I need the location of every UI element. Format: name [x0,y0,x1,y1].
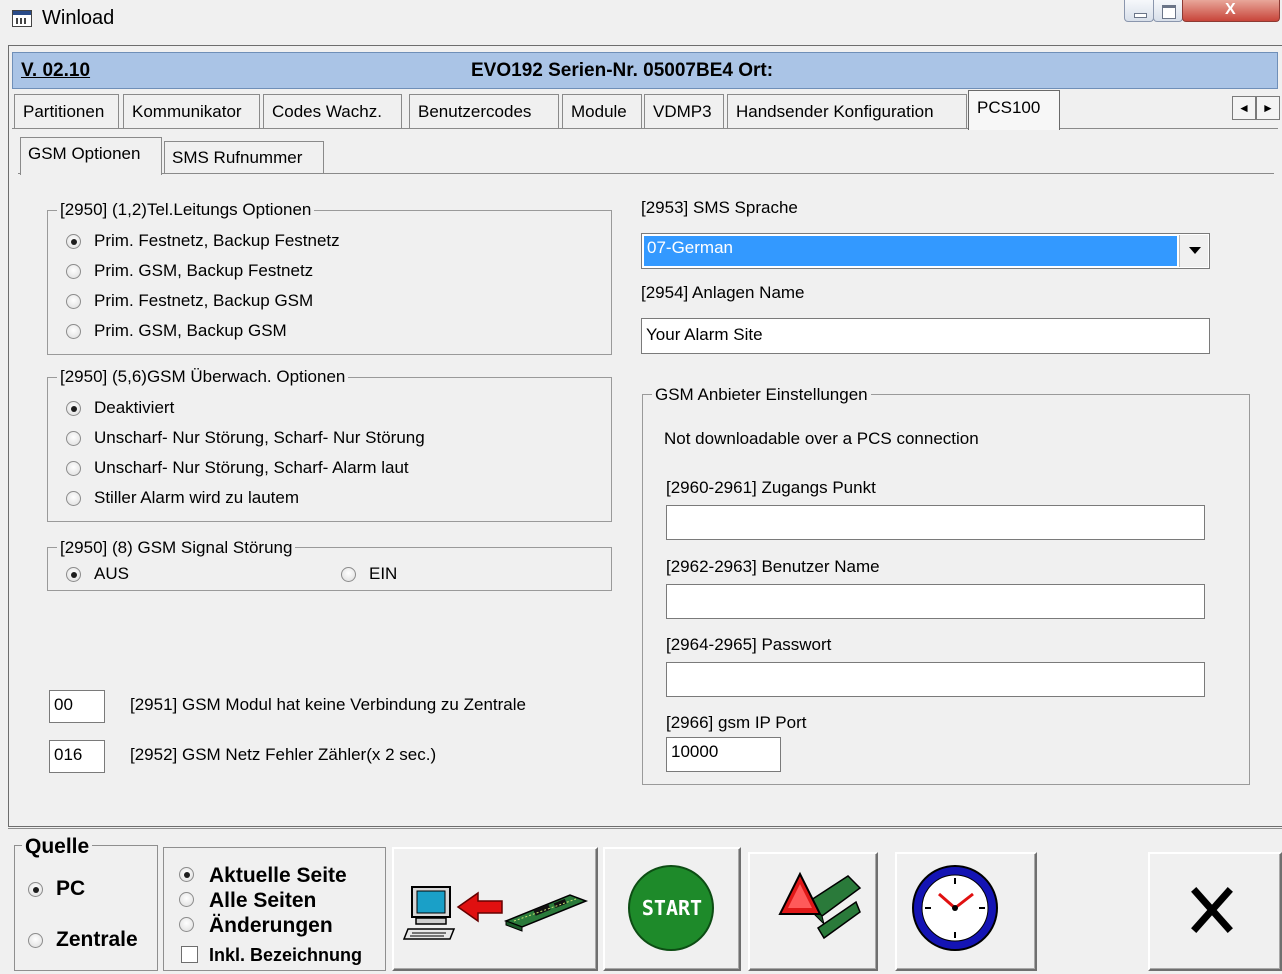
gsm-watch-legend: [2950] (5,6)GSM Überwach. Optionen [57,367,349,387]
app-icon [12,10,32,27]
minimize-button[interactable] [1124,0,1154,22]
bottom-divider [8,828,1282,829]
exit-button[interactable] [1148,852,1282,971]
tel-option-1[interactable]: Prim. Festnetz, Backup Festnetz [66,231,340,251]
radio-icon [66,461,81,476]
sms-language-value: 07-German [644,236,1177,266]
time-sync-button[interactable] [895,852,1037,971]
gsm-watch-option-2[interactable]: Unscharf- Nur Störung, Scharf- Nur Störu… [66,428,425,448]
tab-scroll-left-icon[interactable]: ◄ [1232,96,1256,120]
include-labels-checkbox[interactable]: Inkl. Bezeichnung [181,945,362,966]
no-connection-input[interactable]: 00 [49,690,105,723]
tab-divider [12,128,1278,129]
pages-current[interactable]: Aktuelle Seite [179,864,347,888]
tab-pcs100[interactable]: PCS100 [968,90,1060,130]
gsm-signal-ein[interactable]: EIN [341,564,397,584]
clock-icon [912,865,998,951]
radio-icon [179,867,194,882]
access-point-input[interactable] [666,505,1205,540]
password-input[interactable] [666,662,1205,697]
close-icon [1191,887,1233,933]
radio-icon [66,234,81,249]
tab-handsender-konfiguration[interactable]: Handsender Konfiguration [727,94,967,128]
tel-option-2[interactable]: Prim. GSM, Backup Festnetz [66,261,313,281]
gsm-watch-option-1[interactable]: Deaktiviert [66,398,174,418]
password-label: [2964-2965] Passwort [666,635,832,654]
tel-option-3[interactable]: Prim. Festnetz, Backup GSM [66,291,313,311]
radio-icon [66,294,81,309]
tab-kommunikator[interactable]: Kommunikator [123,94,260,128]
warning-board-icon [778,871,862,940]
gsm-signal-aus[interactable]: AUS [66,564,129,584]
subtab-divider [18,173,1274,174]
close-window-button[interactable]: X [1182,0,1280,22]
radio-icon [28,882,43,897]
site-name-input[interactable]: Your Alarm Site [641,318,1210,354]
maximize-button[interactable] [1153,0,1183,22]
pc-to-panel-icon [402,886,589,940]
source-legend: Quelle [22,835,93,859]
panel-header: V. 02.10 EVO192 Serien-Nr. 05007BE4 Ort: [12,52,1278,89]
source-group [14,845,158,971]
net-error-input[interactable]: 016 [49,740,105,773]
sms-language-label: [2953] SMS Sprache [641,198,798,217]
pages-all[interactable]: Alle Seiten [179,889,316,913]
tab-vdmp3[interactable]: VDMP3 [644,94,724,128]
radio-icon [66,431,81,446]
site-name-label: [2954] Anlagen Name [641,283,805,302]
net-error-label: [2952] GSM Netz Fehler Zähler(x 2 sec.) [130,745,437,764]
sms-language-select[interactable]: 07-German [641,233,1210,269]
tab-module[interactable]: Module [562,94,642,128]
radio-icon [179,917,194,932]
checkbox-icon [181,946,198,963]
provider-legend: GSM Anbieter Einstellungen [652,385,871,405]
tab-benutzercodes[interactable]: Benutzercodes [409,94,559,128]
radio-icon [66,491,81,506]
title-bar: Winload X [0,0,1282,38]
radio-icon [66,567,81,582]
subtab-sms-rufnummer[interactable]: SMS Rufnummer [164,141,324,173]
tab-codes-wachz[interactable]: Codes Wachz. [263,94,402,128]
access-point-label: [2960-2961] Zugangs Punkt [666,478,876,497]
ip-port-label: [2966] gsm IP Port [666,713,807,732]
radio-icon [28,933,43,948]
provider-note: Not downloadable over a PCS connection [664,429,979,448]
gsm-signal-legend: [2950] (8) GSM Signal Störung [57,538,296,558]
start-button[interactable]: START [603,847,741,971]
radio-icon [179,892,194,907]
tel-options-legend: [2950] (1,2)Tel.Leitungs Optionen [57,200,315,220]
tab-scroll-right-icon[interactable]: ► [1256,96,1280,120]
username-label: [2962-2963] Benutzer Name [666,557,880,576]
radio-icon [66,401,81,416]
pages-changes[interactable]: Änderungen [179,914,333,938]
panel-info: EVO192 Serien-Nr. 05007BE4 Ort: [471,60,774,81]
tab-partitionen[interactable]: Partitionen [14,94,119,128]
no-connection-label: [2951] GSM Modul hat keine Verbindung zu… [130,695,526,714]
subtab-gsm-optionen[interactable]: GSM Optionen [20,137,162,175]
start-label: START [641,896,703,920]
ip-port-input[interactable]: 10000 [666,737,781,772]
gsm-watch-option-3[interactable]: Unscharf- Nur Störung, Scharf- Alarm lau… [66,458,409,478]
tel-option-4[interactable]: Prim. GSM, Backup GSM [66,321,287,341]
close-icon: X [1225,1,1236,18]
chevron-down-icon[interactable] [1179,235,1208,267]
radio-icon [341,567,356,582]
radio-icon [66,264,81,279]
version-link[interactable]: V. 02.10 [21,60,90,82]
gsm-watch-option-4[interactable]: Stiller Alarm wird zu lautem [66,488,299,508]
source-zentrale[interactable]: Zentrale [28,928,138,952]
transfer-button[interactable] [392,847,598,971]
window-title: Winload [42,7,115,29]
panel-warning-button[interactable] [748,852,878,971]
username-input[interactable] [666,584,1205,619]
source-pc[interactable]: PC [28,877,85,901]
radio-icon [66,324,81,339]
